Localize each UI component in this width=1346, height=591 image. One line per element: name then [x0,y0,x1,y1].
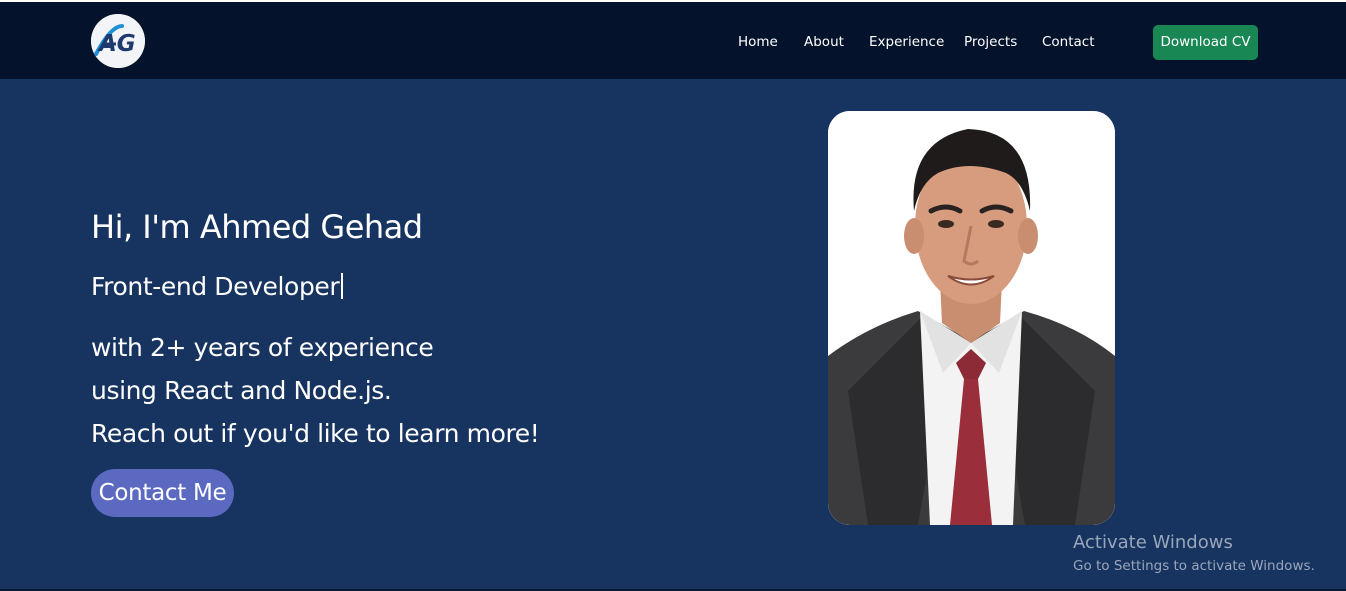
contact-me-button[interactable]: Contact Me [91,469,234,517]
portrait-illustration [828,111,1115,525]
brand-logo[interactable]: AG [91,14,145,68]
hero-description-line-2: using React and Node.js. [91,376,392,405]
hero-title: Hi, I'm Ahmed Gehad [91,208,423,246]
nav-about-link[interactable]: About [804,32,844,52]
logo-text: AG [97,31,136,57]
download-cv-button[interactable]: Download CV [1153,25,1258,60]
hero-description-line-3: Reach out if you'd like to learn more! [91,419,540,448]
profile-photo [828,111,1115,525]
hero-description-line-1: with 2+ years of experience [91,333,434,362]
nav-projects-link[interactable]: Projects [964,32,1017,52]
nav-experience-link[interactable]: Experience [869,32,944,52]
hero-role: Front-end Developer [91,270,344,304]
activate-windows-subtitle: Go to Settings to activate Windows. [1073,558,1315,574]
nav-contact-link[interactable]: Contact [1042,32,1095,52]
typing-caret [341,273,344,299]
ag-logo-icon: AG [91,14,145,68]
activate-windows-title: Activate Windows [1073,532,1233,553]
hero-role-text: Front-end Developer [91,272,340,301]
top-navbar: AG Home About Experience Projects Contac… [0,0,1346,79]
nav-home-link[interactable]: Home [738,32,778,52]
